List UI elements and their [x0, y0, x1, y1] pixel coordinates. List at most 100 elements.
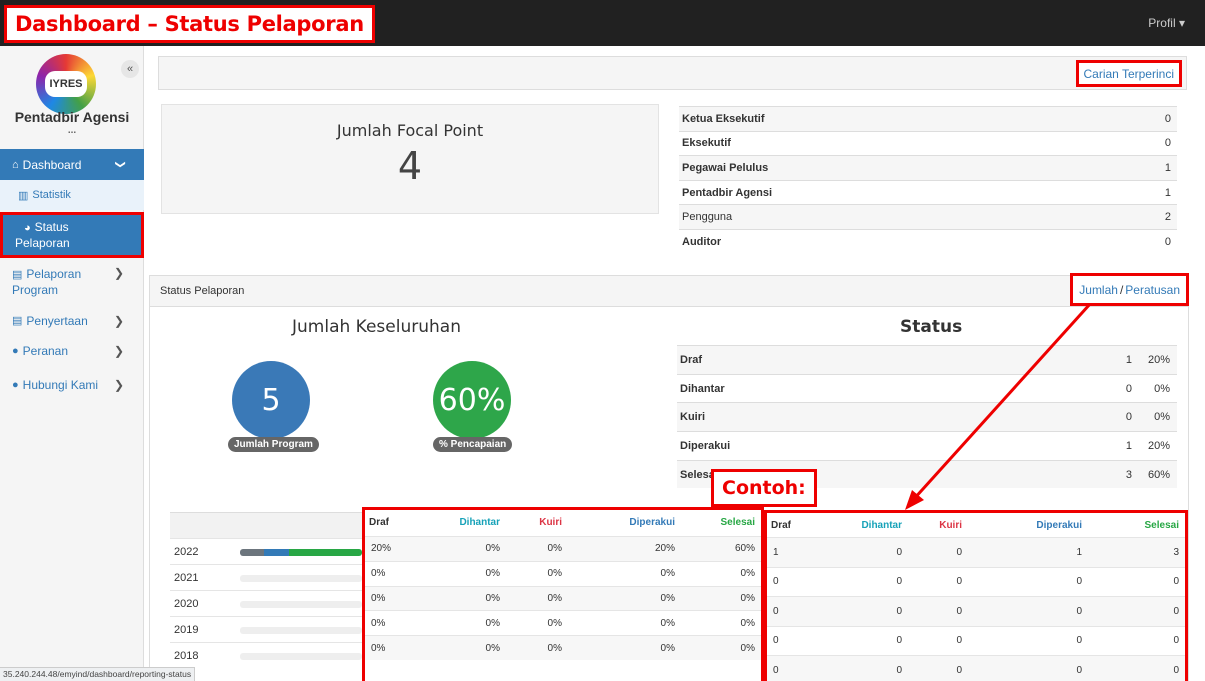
toggle-percent-link[interactable]: Peratusan: [1125, 283, 1180, 297]
role-count: 1: [1164, 186, 1171, 199]
sidebar-item-label-line2: Program: [12, 282, 59, 297]
cell-value: 0: [896, 664, 902, 676]
example-label-box: Contoh:: [711, 469, 817, 507]
role-name: Ketua Eksekutif: [682, 112, 765, 125]
table-row: 20% 0% 0% 20% 60%: [365, 536, 761, 561]
count-percent-toggle: Jumlah / Peratusan: [1070, 273, 1189, 306]
focal-point-card: Jumlah Focal Point 4: [161, 104, 659, 214]
sidebar-item-statistik[interactable]: ▥ Statistik: [0, 180, 144, 210]
table-row: Kuiri 0 0%: [677, 402, 1177, 432]
status-url: 35.240.244.48/emyind/dashboard/reporting…: [0, 667, 196, 681]
sidebar-item-penyertaan[interactable]: ▤ Penyertaan ❯: [0, 310, 144, 332]
cell-value: 0: [1076, 664, 1082, 676]
advanced-search-link[interactable]: Carian Terperinci: [1075, 60, 1182, 87]
table-row: 0 0 0 0 0: [767, 566, 1185, 596]
progress-segment: [240, 549, 265, 556]
table-row: 2021: [170, 564, 362, 590]
table-row: 0% 0% 0% 0% 0%: [365, 585, 761, 611]
sidebar-item-peranan[interactable]: ● Peranan ❯: [0, 340, 144, 362]
user-name: Pentadbir Agensi ...: [0, 108, 144, 136]
table-row: Diperakui 1 20%: [677, 431, 1177, 460]
role-count: 1: [1164, 161, 1171, 174]
status-count: 1: [1125, 353, 1132, 366]
status-progress-bar: [240, 549, 362, 556]
toggle-count-link[interactable]: Jumlah: [1079, 283, 1118, 297]
table-row: 2020: [170, 590, 362, 616]
sidebar-item-dashboard[interactable]: ⌂ Dashboard ❯: [0, 149, 144, 180]
sidebar-item-hubungi-kami[interactable]: ● Hubungi Kami ❯: [0, 374, 144, 396]
cell-value: 0: [896, 635, 902, 647]
achievement-circle: 60%: [433, 361, 511, 439]
status-panel-title: Status Pelaporan: [160, 285, 245, 297]
table-row: Dihantar 0 0%: [677, 373, 1177, 403]
status-percent: 0%: [1154, 382, 1170, 395]
cell-value: 0: [773, 635, 779, 647]
column-header: Dihantar: [459, 516, 500, 528]
status-count: 0: [1125, 382, 1132, 395]
status-count: 1: [1125, 439, 1132, 452]
cell-value: 0%: [371, 642, 386, 654]
sidebar-item-label: Statistik: [32, 189, 71, 201]
cell-value: 0: [956, 605, 962, 617]
cell-value: 0: [1076, 576, 1082, 588]
sidebar-item-text: ◕ Status Pelaporan: [15, 220, 70, 251]
sidebar-item-status-pelaporan[interactable]: ◕ Status Pelaporan: [0, 212, 144, 258]
cell-value: 0%: [485, 617, 500, 629]
cell-value: 0%: [371, 617, 386, 629]
sidebar-item-label: Status: [34, 219, 69, 234]
cell-value: 0: [1076, 635, 1082, 647]
column-header: Selesai: [1144, 519, 1179, 531]
cell-value: 0: [1173, 635, 1179, 647]
cell-value: 0: [773, 664, 779, 676]
cell-value: 0%: [740, 592, 755, 604]
table-row: 0% 0% 0% 0% 0%: [365, 610, 761, 636]
cell-value: 0%: [660, 642, 675, 654]
sidebar-collapse-button[interactable]: «: [121, 60, 139, 78]
status-progress-bar: [240, 601, 362, 608]
column-header: Draf: [771, 519, 792, 531]
table-row: 2018: [170, 642, 362, 668]
example-label: Contoh:: [722, 477, 806, 499]
status-percent: 20%: [1147, 439, 1170, 452]
sidebar-item-label: Hubungi Kami: [22, 377, 99, 392]
status-percent: 0%: [1154, 411, 1170, 424]
role-count-table: Ketua Eksekutif 0 Eksekutif 0 Pegawai Pelu…: [679, 106, 1177, 254]
year-label: 2021: [174, 572, 199, 584]
table-row: 1 0 0 1 3: [767, 537, 1185, 567]
cell-value: 0: [1076, 605, 1082, 617]
role-count: 0: [1164, 112, 1171, 125]
year-label: 2022: [174, 546, 199, 558]
column-header: Diperakui: [629, 516, 675, 528]
column-header: Kuiri: [939, 519, 962, 531]
status-name: Kuiri: [680, 411, 706, 424]
profile-menu[interactable]: Profil ▾: [1148, 16, 1185, 30]
table-row: Pegawai Pelulus 1: [679, 155, 1177, 180]
table-row: 2019: [170, 616, 362, 642]
cell-value: 0%: [485, 642, 500, 654]
table-header: Draf Dihantar Kuiri Diperakui Selesai: [365, 510, 761, 534]
role-name: Eksekutif: [682, 137, 731, 150]
table-row: 0% 0% 0% 0% 0%: [365, 560, 761, 586]
column-header: Selesai: [720, 516, 755, 528]
progress-segment: [264, 549, 289, 556]
focal-point-value: 4: [397, 144, 423, 188]
sidebar-item-label: Pelaporan: [26, 266, 82, 281]
role-name: Pengguna: [682, 211, 733, 224]
status-percent: 20%: [1147, 353, 1170, 366]
table-row: Pengguna 2: [679, 204, 1177, 229]
role-name: Pentadbir Agensi: [682, 186, 773, 199]
user-name-more: ...: [67, 125, 77, 136]
cell-value: 0: [956, 664, 962, 676]
table-row: Eksekutif 0: [679, 130, 1177, 156]
chevron-right-icon: ❯: [113, 377, 124, 392]
progress-segment: [288, 549, 362, 556]
cell-value: 60%: [734, 543, 755, 555]
chevron-right-icon: ❯: [113, 266, 124, 280]
cell-value: 0%: [660, 617, 675, 629]
column-header: Dihantar: [861, 519, 902, 531]
table-row: Draf 1 20%: [677, 345, 1177, 374]
sidebar-item-pelaporan-program[interactable]: ▤ Pelaporan Program ❯: [0, 264, 144, 300]
sidebar: IYRES « Pentadbir Agensi ... ⌂ Dashboard…: [0, 46, 144, 681]
cell-value: 0%: [547, 642, 562, 654]
status-count: 0: [1125, 411, 1132, 424]
